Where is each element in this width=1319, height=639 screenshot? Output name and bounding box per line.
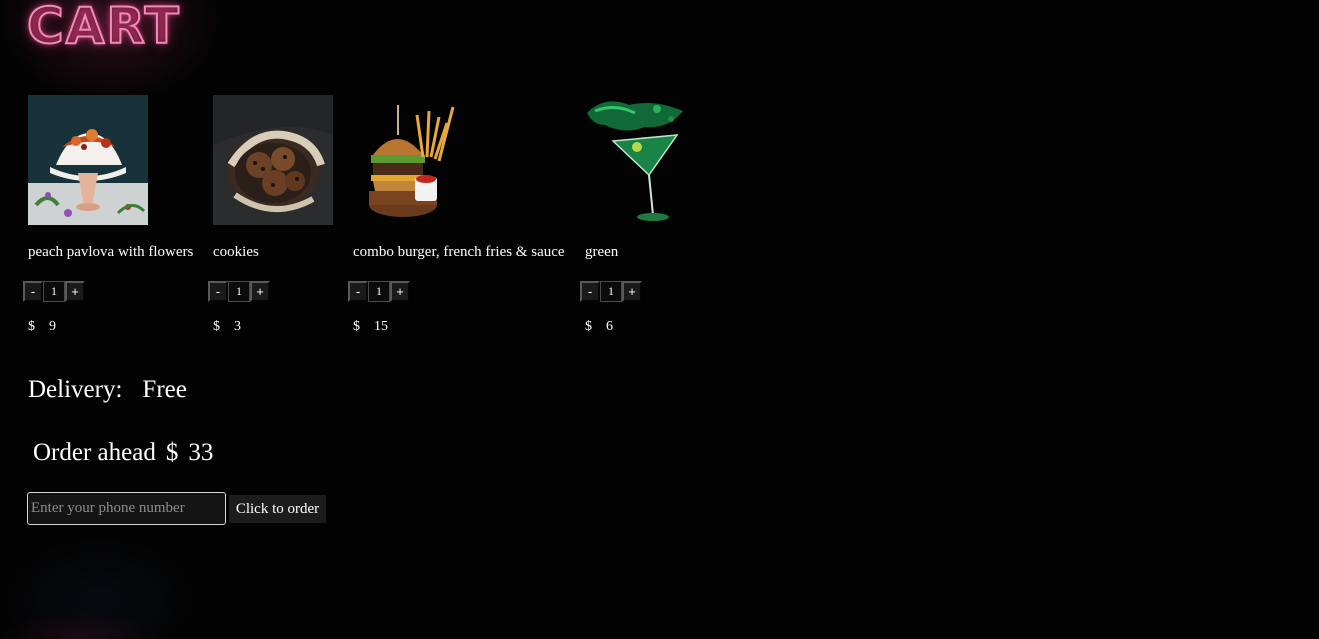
- price-value: 6: [606, 319, 613, 334]
- cart-title: CART: [26, 0, 181, 56]
- increase-quantity-button[interactable]: +: [622, 281, 642, 302]
- currency-symbol: $: [28, 319, 35, 334]
- item-price: $9: [28, 319, 56, 335]
- increase-quantity-button[interactable]: +: [250, 281, 270, 302]
- cocktail-photo: [585, 95, 685, 225]
- total-amount: 33: [188, 439, 214, 466]
- item-price: $6: [585, 319, 613, 335]
- quantity-value: 1: [600, 281, 622, 302]
- item-name: green: [585, 244, 619, 260]
- order-button[interactable]: Click to order: [229, 495, 326, 523]
- quantity-value: 1: [368, 281, 390, 302]
- price-value: 15: [374, 319, 388, 334]
- decrease-quantity-button[interactable]: -: [23, 281, 43, 302]
- increase-quantity-button[interactable]: +: [390, 281, 410, 302]
- increase-quantity-button[interactable]: +: [65, 281, 85, 302]
- quantity-stepper: - 1 +: [580, 281, 642, 302]
- phone-number-input[interactable]: [27, 492, 226, 525]
- decrease-quantity-button[interactable]: -: [348, 281, 368, 302]
- item-price: $3: [213, 319, 241, 335]
- delivery-label: Delivery:: [28, 376, 123, 403]
- currency-symbol: $: [353, 319, 360, 334]
- quantity-value: 1: [228, 281, 250, 302]
- cart-page: CART peach pavlova with flowers - 1 + $ …: [0, 0, 1319, 639]
- price-value: 9: [49, 319, 56, 334]
- currency-symbol: $: [213, 319, 220, 334]
- item-name: combo burger, french fries & sauce: [353, 244, 565, 260]
- decrease-quantity-button[interactable]: -: [580, 281, 600, 302]
- quantity-value: 1: [43, 281, 65, 302]
- cookies-photo: [213, 95, 333, 225]
- cart-items: peach pavlova with flowers - 1 + $9 cook…: [0, 95, 720, 345]
- delivery-info: Delivery: Free: [28, 376, 187, 404]
- item-name: peach pavlova with flowers: [28, 244, 194, 260]
- item-price: $15: [353, 319, 388, 335]
- quantity-stepper: - 1 +: [23, 281, 85, 302]
- decrease-quantity-button[interactable]: -: [208, 281, 228, 302]
- item-name: cookies: [213, 244, 259, 260]
- delivery-value: Free: [142, 376, 187, 403]
- total-label: Order ahead: [33, 439, 156, 466]
- currency-symbol: $: [585, 319, 592, 334]
- total-currency: $: [165, 439, 179, 466]
- pavlova-photo: [28, 95, 148, 225]
- quantity-stepper: - 1 +: [348, 281, 410, 302]
- price-value: 3: [234, 319, 241, 334]
- burger-photo: [353, 95, 473, 225]
- order-total: Order ahead $33: [33, 439, 213, 467]
- quantity-stepper: - 1 +: [208, 281, 270, 302]
